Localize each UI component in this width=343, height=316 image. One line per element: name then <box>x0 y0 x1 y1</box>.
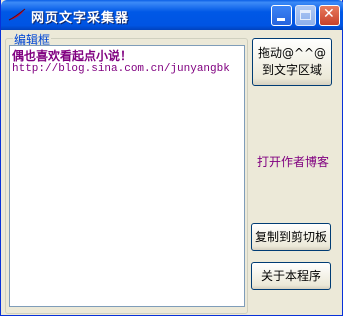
drag-target-button[interactable]: 拖动@^^@到文字区域 <box>252 38 332 86</box>
feather-quill-icon <box>8 8 26 21</box>
open-author-blog-link[interactable]: 打开作者博客 <box>257 153 329 170</box>
maximize-icon <box>300 10 311 20</box>
close-icon: ✕ <box>323 6 335 22</box>
editor-textarea[interactable]: 偶也喜欢看起点小说！ http://blog.sina.com.cn/junya… <box>9 45 245 307</box>
window-title: 网页文字采集器 <box>31 11 130 26</box>
about-button[interactable]: 关于本程序 <box>251 262 331 290</box>
close-button[interactable]: ✕ <box>319 5 340 26</box>
app-window: 网页文字采集器 ✕ 编辑框 偶也喜欢看起点小说！ http://blog.sin… <box>0 0 343 316</box>
minimize-icon <box>277 18 285 21</box>
copy-to-clipboard-button[interactable]: 复制到剪切板 <box>251 223 331 251</box>
maximize-button[interactable] <box>295 5 316 26</box>
editor-text-line: http://blog.sina.com.cn/junyangbk <box>12 63 230 75</box>
title-bar[interactable]: 网页文字采集器 ✕ <box>1 0 343 30</box>
editor-text-line: 偶也喜欢看起点小说！ <box>12 49 133 63</box>
minimize-button[interactable] <box>271 5 292 26</box>
